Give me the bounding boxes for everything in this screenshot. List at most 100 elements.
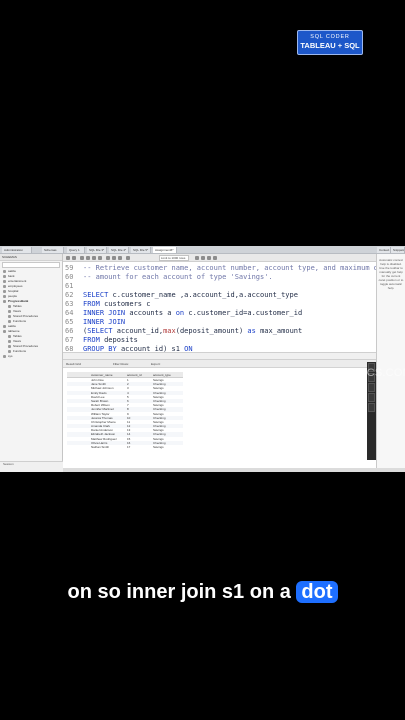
code-token: -- amount for each account of type 'Savi… — [83, 273, 273, 281]
query-stats-icon[interactable] — [368, 393, 375, 402]
save-icon[interactable] — [72, 256, 76, 260]
schema-tree-label: entertainment — [8, 279, 27, 283]
tab-strip: Administration Schemas Query 1 SQL File … — [0, 246, 405, 254]
code-token: ON — [184, 345, 193, 352]
find-icon[interactable] — [201, 256, 205, 260]
database-icon — [3, 294, 6, 298]
code-token: (deposit_amount) — [175, 327, 248, 335]
beautify-icon[interactable] — [195, 256, 199, 260]
code-line: 64 INNER JOIN accounts a on c.customer_id… — [63, 309, 376, 318]
editor-toolbar: Limit to 1000 rows — [63, 254, 376, 262]
schema-tree-label: ProgressBank — [8, 299, 29, 303]
execute-current-icon[interactable] — [86, 256, 90, 260]
schema-tree-label: employees — [8, 284, 23, 288]
schema-tree-label: Views — [13, 309, 21, 313]
schema-tree-label: people — [8, 294, 18, 298]
database-icon — [8, 304, 11, 308]
line-number: 64 — [65, 309, 74, 317]
execute-icon[interactable] — [80, 256, 84, 260]
limit-rows-select[interactable]: Limit to 1000 rows — [159, 255, 189, 261]
schema-tree-item[interactable]: sys — [0, 354, 62, 359]
tab-administration[interactable]: Administration — [2, 247, 32, 253]
schema-tree: sakila bank entertainment employees hospital… — [0, 269, 62, 359]
database-icon — [8, 309, 11, 313]
database-icon — [3, 299, 6, 303]
code-token: INNER JOIN — [83, 309, 130, 317]
schema-tree-label: Functions — [13, 349, 27, 353]
schema-tree-label: bank — [8, 274, 15, 278]
code-token: GROUP BY — [83, 345, 121, 352]
result-grid-label[interactable]: Result Grid — [66, 360, 81, 368]
schema-filter-input[interactable] — [2, 262, 60, 268]
database-icon — [3, 284, 6, 288]
tab-sql-file-5[interactable]: SQL File 5* — [131, 247, 151, 253]
schema-tree-label: Stored Procedures — [13, 314, 39, 318]
column-header[interactable]: account_id — [127, 372, 153, 377]
column-header[interactable]: customer_name — [91, 372, 127, 377]
code-line: 60 -- amount for each account of type 'Sa… — [63, 273, 376, 282]
session-tab[interactable]: Session — [0, 461, 63, 472]
wrap-icon[interactable] — [213, 256, 217, 260]
database-icon — [3, 269, 6, 273]
column-header[interactable] — [67, 372, 91, 377]
database-icon — [8, 314, 11, 318]
tab-assignment6[interactable]: Assignment6* — [153, 247, 177, 253]
invisible-chars-icon[interactable] — [207, 256, 211, 260]
grid-body: John Doe 1 Savings Jane Smith 2 Checking Micha… — [67, 378, 183, 449]
code-token: -- Retrieve customer name, account numbe… — [83, 264, 376, 272]
tab-sql-file-3[interactable]: SQL File 3* — [87, 247, 107, 253]
status-bar — [63, 468, 405, 472]
result-grid[interactable]: customer_name account_id account_type John … — [67, 372, 183, 449]
commit-icon[interactable] — [112, 256, 116, 260]
brand-badge: SQL CODER TABLEAU + SQL — [297, 30, 363, 55]
sql-editor[interactable]: 59 -- Retrieve customer name, account num… — [63, 262, 376, 352]
explain-icon[interactable] — [92, 256, 96, 260]
code-token: c.customer_name ,a.account_id,a.account_… — [112, 291, 298, 299]
caption-text: on so inner join s1 on a — [67, 581, 297, 603]
code-token: max_amount — [260, 327, 303, 335]
code-line: 62 SELECT c.customer_name ,a.account_id,a… — [63, 291, 376, 300]
line-number: 66 — [65, 327, 74, 335]
column-header[interactable]: account_type — [153, 372, 183, 377]
filter-rows-label: Filter Rows: — [113, 362, 129, 366]
code-token: c.customer_id=a.customer_id — [188, 309, 303, 317]
open-file-icon[interactable] — [66, 256, 70, 260]
code-token: FROM — [83, 300, 105, 308]
badge-line-1: SQL CODER — [310, 34, 350, 40]
code-line: 63 FROM customers c — [63, 300, 376, 309]
tab-sql-file-4[interactable]: SQL File 4* — [109, 247, 129, 253]
table-row[interactable]: Nathan Smith 17 Savings — [67, 445, 183, 449]
code-token: deposits — [104, 336, 138, 344]
caption-highlight: dot — [296, 581, 338, 603]
rollback-icon[interactable] — [118, 256, 122, 260]
code-line: 65 INNER JOIN — [63, 318, 376, 327]
code-token: customers c — [104, 300, 151, 308]
line-number: 63 — [65, 300, 74, 308]
table-cell: Nathan Smith — [91, 445, 110, 449]
database-icon — [3, 354, 6, 358]
toggle-icon[interactable] — [106, 256, 110, 260]
execution-plan-icon[interactable] — [368, 403, 375, 412]
schema-tree-label: sakila — [8, 324, 16, 328]
workbench-window: Administration Schemas Query 1 SQL File … — [0, 246, 405, 472]
editor-results-splitter[interactable] — [63, 352, 376, 360]
caption: on so inner join s1 on a dot — [0, 576, 405, 608]
stop-icon[interactable] — [98, 256, 102, 260]
watermark: VISIONFORANALYTICS.COM — [258, 367, 405, 379]
database-icon — [3, 329, 6, 333]
database-icon — [3, 274, 6, 278]
tab-snippets[interactable]: Snippets — [391, 247, 405, 253]
code-token: on — [175, 309, 189, 317]
autocommit-icon[interactable] — [126, 256, 130, 260]
tab-query-1[interactable]: Query 1 — [67, 247, 85, 253]
code-token: FROM — [83, 336, 105, 344]
tab-context[interactable]: Context — [377, 247, 391, 253]
code-token: INNER JOIN — [83, 318, 126, 326]
tab-schemas[interactable]: Schemas — [42, 247, 64, 253]
export-label[interactable]: Export: — [151, 360, 161, 368]
field-types-icon[interactable] — [368, 383, 375, 392]
database-icon — [8, 319, 11, 323]
schema-tree-label: sakila — [8, 269, 16, 273]
sql-additions-panel: Automatic context help is disabled. Use … — [376, 254, 405, 472]
code-line: 66 (SELECT account_id,max(deposit_amount)… — [63, 327, 376, 336]
